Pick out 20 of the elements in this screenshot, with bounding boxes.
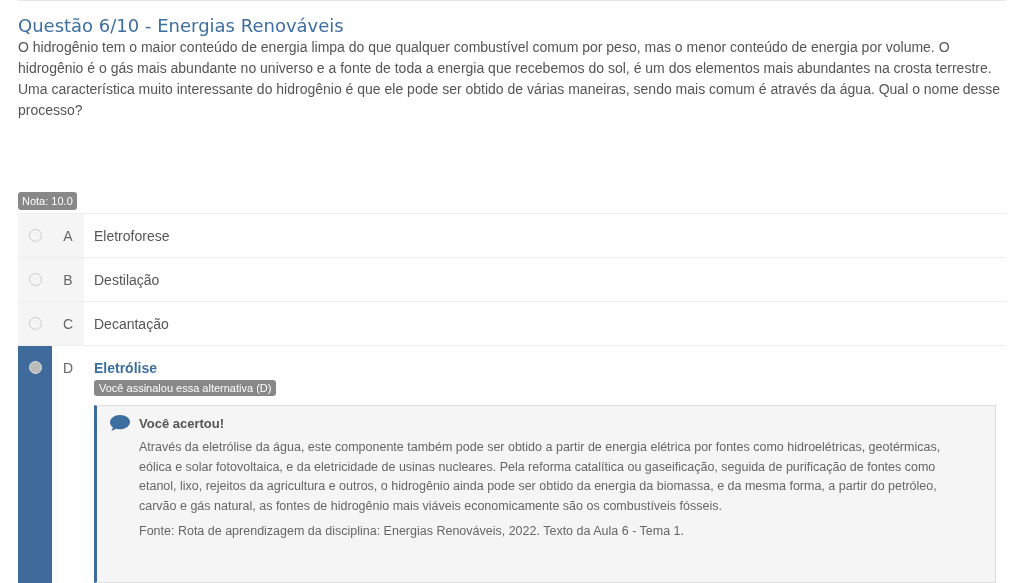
- radio-button[interactable]: [28, 273, 42, 286]
- feedback-paragraph: Através da eletrólise da água, este componente também pode ser obtido a partir de energia elétrica por fontes como hidroelétricas, geotérmicas, eólica e solar fotovoltaica, e da eletricidade de usinas nucleares. Pela reforma catalítica ou gaseificação, seguida de purificação de fontes como etanol, lixo, rejeitos da agricultura e outros, o hidrogênio ainda pode ser obtido da energia da biomassa, e da mesma forma, a partir do petróleo, carvão e gás natural, as fontes de hidrogênio mais viáveis economicamente são os combustíveis fósseis.: [139, 439, 942, 515]
- option-text[interactable]: Eletrólise: [94, 358, 996, 378]
- selected-answer-badge: Você assinalou essa alternativa (D): [94, 380, 277, 396]
- option-letter: C: [62, 316, 74, 332]
- option-text[interactable]: Destilação: [94, 270, 996, 290]
- option-letter: A: [63, 228, 73, 244]
- option-text[interactable]: Decantação: [94, 314, 996, 334]
- feedback-paragraph: Fonte: Rota de aprendizagem da disciplina: Energias Renováveis, 2022. Texto da Aula 6 - Tema 1.: [139, 523, 685, 540]
- grade-badge: Nota: 10.0: [18, 192, 77, 210]
- speech-bubble-icon: [109, 414, 131, 432]
- radio-button[interactable]: [28, 361, 42, 374]
- option-text[interactable]: Eletroforese: [94, 226, 996, 246]
- feedback-title: Você acertou!: [139, 415, 224, 431]
- option-letter: B: [63, 272, 73, 288]
- radio-button[interactable]: [28, 317, 42, 330]
- radio-button[interactable]: [28, 229, 42, 242]
- question-text: O hidrogênio tem o maior conteúdo de energia limpa do que qualquer combustível comum por peso, mas o menor conteúdo de energia por volume. O hidrogênio é o gás mais abundante no universo e a fonte de toda a energia que recebemos do sol, é um dos elementos mais abundantes na crosta terrestre. Uma característica muito interessante do hidrogênio é que ele pode ser obtido de várias maneiras, sendo mais comum é através da água. Qual o nome desse processo?: [18, 38, 1002, 120]
- option-letter: D: [62, 360, 74, 376]
- question-title: Questão 6/10 - Energias Renováveis: [18, 15, 345, 37]
